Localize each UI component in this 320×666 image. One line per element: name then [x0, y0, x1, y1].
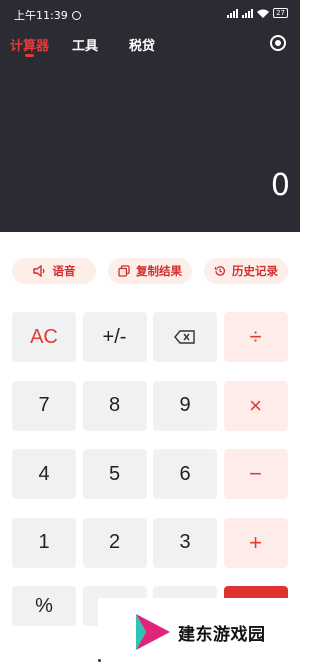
signal-icon	[227, 8, 239, 18]
digit-7-key-label: 7	[38, 394, 50, 416]
history-button[interactable]: 历史记录	[204, 258, 288, 284]
digit-8-key[interactable]: 8	[82, 380, 147, 431]
digit-4-key-label: 4	[38, 462, 50, 485]
copy-icon	[118, 265, 130, 277]
digit-6-key[interactable]: 6	[153, 449, 217, 499]
tab-calculator[interactable]: 计算器	[10, 35, 49, 54]
multiply-key[interactable]: ×	[223, 380, 288, 431]
status-bar: 上午11:39 27	[0, 0, 300, 28]
digit-6-key-label: 6	[179, 462, 191, 485]
divide-key[interactable]: ÷	[223, 312, 288, 362]
voice-button[interactable]: 语音	[12, 258, 96, 284]
digit-9-key-label: 9	[179, 394, 191, 416]
digit-1-key-label: 1	[38, 531, 50, 553]
digit-4-key[interactable]: 4	[12, 449, 76, 499]
signal-icon	[242, 8, 254, 18]
add-key-label: +	[249, 529, 262, 555]
digit-2-key-label: 2	[108, 531, 121, 553]
tab-tools[interactable]: 工具	[72, 35, 98, 54]
clear-key-label: AC	[30, 325, 58, 348]
digit-9-key[interactable]: 9	[153, 380, 217, 431]
add-key[interactable]: +	[223, 517, 288, 568]
backspace-icon	[174, 330, 195, 344]
digit-1-key[interactable]: 1	[12, 517, 76, 568]
result-display: 0	[270, 168, 290, 203]
wifi-icon	[257, 9, 270, 18]
action-bar: 语音 复制结果 历史记录	[0, 258, 300, 284]
clear-key[interactable]: AC	[12, 312, 76, 362]
clock-text: 上午11:39	[14, 9, 68, 22]
history-icon	[214, 266, 226, 276]
copy-result-button[interactable]: 复制结果	[108, 258, 192, 284]
history-label: 历史记录	[232, 264, 278, 278]
voice-label: 语音	[52, 264, 76, 278]
multiply-key-label: ×	[249, 392, 262, 418]
copy-result-label: 复制结果	[136, 264, 182, 278]
speaker-icon	[32, 265, 44, 277]
status-icons: 27	[227, 8, 288, 18]
display-panel: 上午11:39 27 计算器 工具 税贷 0	[0, 0, 300, 232]
digit-3-key[interactable]: 3	[153, 517, 217, 568]
battery-icon: 27	[273, 8, 288, 18]
sign-toggle-key[interactable]: +/-	[82, 312, 147, 362]
active-tab-indicator	[25, 54, 34, 57]
watermark: 建东游戏园	[98, 598, 300, 666]
watermark-logo-icon	[136, 614, 170, 650]
tab-tax-loan[interactable]: 税贷	[129, 35, 155, 54]
backspace-key[interactable]	[153, 312, 217, 362]
status-time: 上午11:39	[14, 7, 81, 23]
divide-key-label: ÷	[249, 324, 262, 349]
settings-icon[interactable]	[270, 35, 286, 51]
digit-5-key[interactable]: 5	[82, 449, 147, 499]
digit-8-key-label: 8	[108, 394, 121, 416]
digit-7-key[interactable]: 7	[12, 380, 76, 431]
subtract-key[interactable]: −	[223, 449, 288, 499]
sign-toggle-key-label: +/-	[102, 325, 127, 348]
alarm-icon	[71, 10, 81, 20]
percent-key-label: %	[35, 594, 53, 617]
digit-2-key[interactable]: 2	[82, 517, 147, 568]
subtract-key-label: −	[249, 461, 262, 486]
digit-3-key-label: 3	[179, 531, 191, 553]
digit-5-key-label: 5	[108, 462, 121, 485]
percent-key[interactable]: %	[12, 586, 76, 626]
watermark-text: 建东游戏园	[178, 624, 266, 645]
tab-bar: 计算器 工具 税贷	[0, 32, 300, 60]
